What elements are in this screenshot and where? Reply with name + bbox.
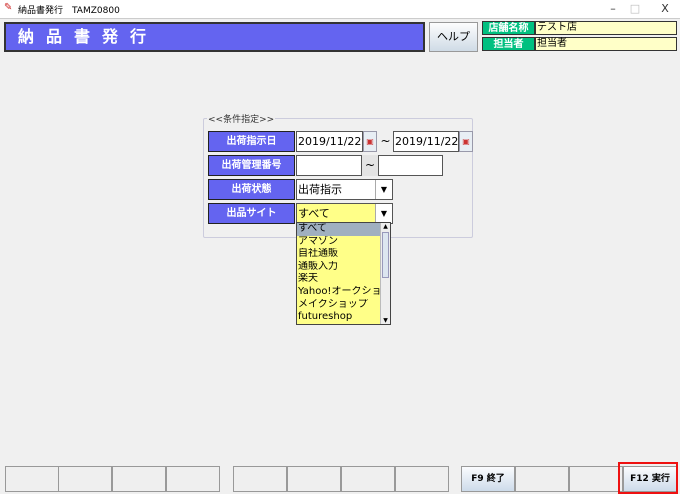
scrollbar[interactable]: ▲ ▼ — [380, 223, 390, 324]
ship-status-value: 出荷指示 — [298, 183, 342, 196]
page-title: 納品書発行 — [4, 22, 425, 52]
site-dropdown-list: すべて アマゾン 自社通販 通販入力 楽天 Yahoo!オークション メイクショ… — [296, 222, 391, 325]
fkey-button-10[interactable] — [515, 466, 569, 492]
fkey-button-6[interactable] — [287, 466, 341, 492]
fkey-button-7[interactable] — [341, 466, 395, 492]
person-value: 担当者 — [535, 37, 677, 51]
help-button[interactable]: ヘルプ — [429, 22, 478, 52]
scroll-down-icon[interactable]: ▼ — [381, 317, 390, 324]
shop-value: テスト店 — [535, 21, 677, 35]
range-separator: ~ — [380, 134, 391, 148]
maximize-button[interactable]: □ — [620, 1, 650, 17]
scroll-up-icon[interactable]: ▲ — [381, 223, 390, 230]
f9-exit-button[interactable]: F9 終了 — [461, 466, 515, 492]
highlight-box — [618, 462, 678, 494]
ship-status-label: 出荷状態 — [208, 179, 295, 200]
person-label: 担当者 — [482, 37, 535, 51]
title-bar: ✎ 納品書発行 TAMZ0800 – □ X — [0, 0, 680, 19]
list-item[interactable]: 自社通販 — [297, 248, 381, 261]
list-item[interactable]: アマゾン — [297, 236, 381, 249]
fkey-button-5[interactable] — [233, 466, 287, 492]
ship-date-from-input[interactable]: 2019/11/22 — [296, 131, 363, 152]
chevron-down-icon[interactable]: ▼ — [375, 180, 392, 199]
fkey-button-2[interactable] — [58, 466, 112, 492]
site-label: 出品サイト — [208, 203, 295, 224]
list-item[interactable]: メイクショップ — [297, 299, 381, 312]
site-select[interactable]: すべて ▼ — [296, 203, 393, 224]
window-title: 納品書発行 TAMZ0800 — [18, 6, 120, 16]
fkey-button-1[interactable] — [5, 466, 59, 492]
app-icon: ✎ — [4, 2, 13, 13]
scroll-thumb[interactable] — [382, 232, 389, 278]
list-item[interactable]: 楽天 — [297, 273, 381, 286]
calendar-icon[interactable]: ▣ — [363, 131, 377, 152]
site-value: すべて — [298, 207, 330, 220]
fkey-button-11[interactable] — [569, 466, 623, 492]
ship-date-label: 出荷指示日 — [208, 131, 295, 152]
ship-date-to-input[interactable]: 2019/11/22 — [393, 131, 459, 152]
list-item[interactable]: すべて — [297, 223, 381, 236]
chevron-down-icon[interactable]: ▼ — [375, 204, 392, 223]
close-button[interactable]: X — [650, 1, 680, 17]
ship-no-label: 出荷管理番号 — [208, 155, 295, 176]
list-item[interactable]: Yahoo!オークション — [297, 286, 381, 299]
list-item[interactable]: futureshop — [297, 311, 381, 324]
calendar-icon[interactable]: ▣ — [459, 131, 473, 152]
condition-legend: <<条件指定>> — [207, 112, 276, 125]
ship-no-from-input[interactable] — [296, 155, 362, 176]
fkey-button-8[interactable] — [395, 466, 449, 492]
list-item[interactable]: 通販入力 — [297, 261, 381, 274]
fkey-button-4[interactable] — [166, 466, 220, 492]
ship-no-to-input[interactable] — [378, 155, 443, 176]
fkey-button-3[interactable] — [112, 466, 166, 492]
ship-status-select[interactable]: 出荷指示 ▼ — [296, 179, 393, 200]
shop-label: 店舗名称 — [482, 21, 535, 35]
range-separator: ~ — [362, 155, 378, 176]
